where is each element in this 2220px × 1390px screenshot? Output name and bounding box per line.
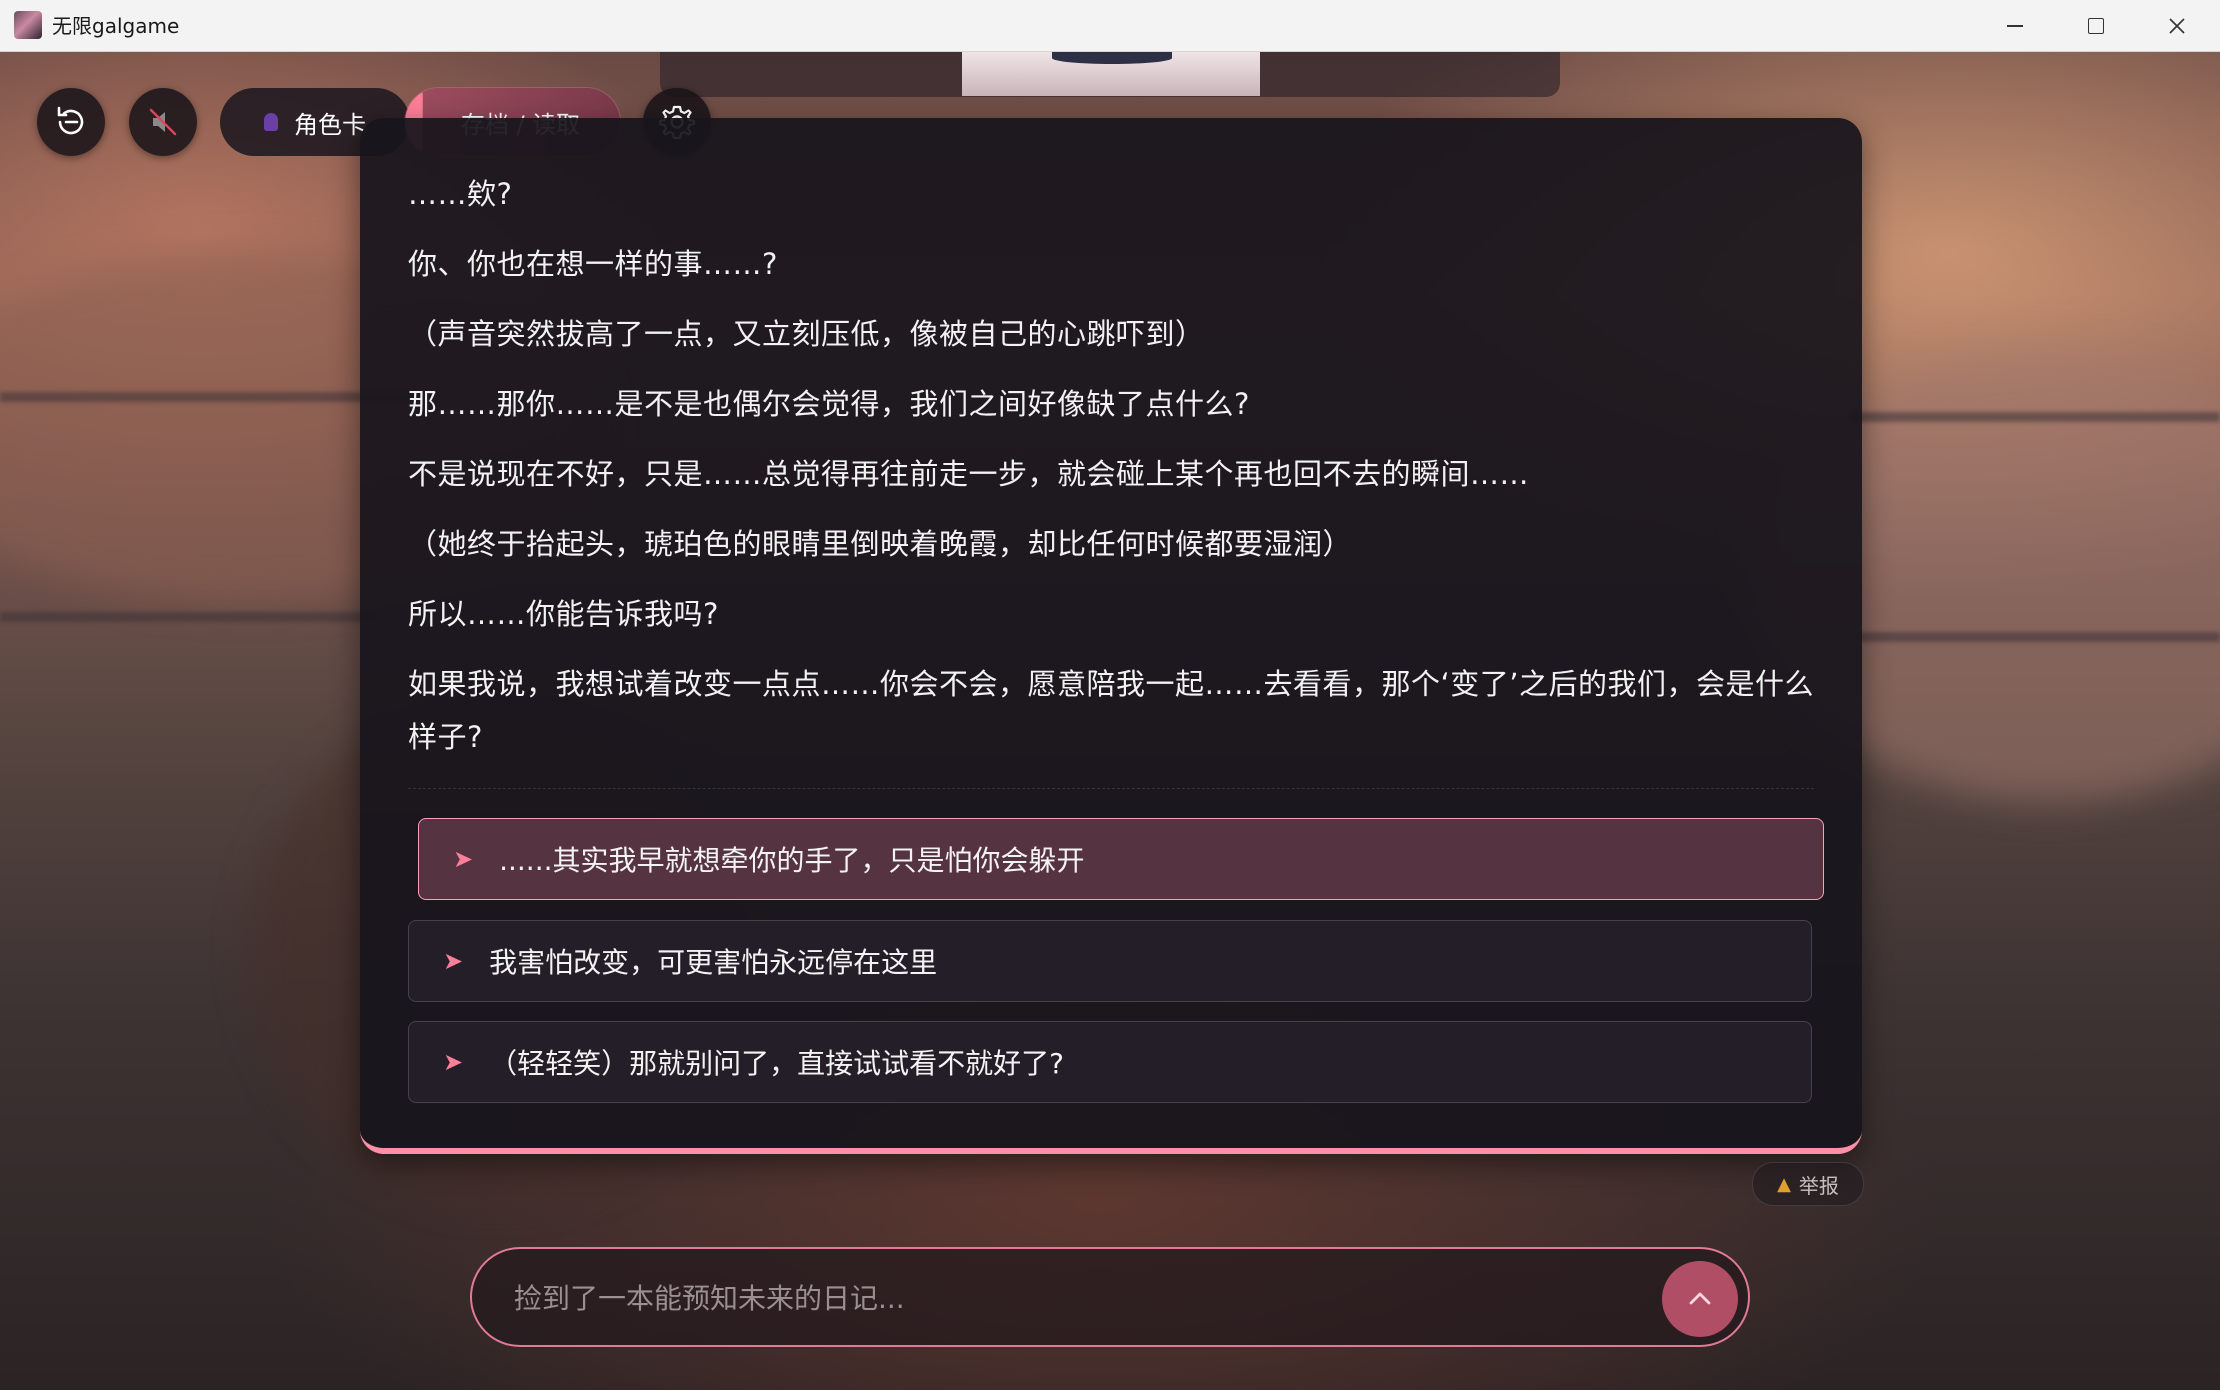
dialog-line: 不是说现在不好，只是……总觉得再往前走一步，就会碰上某个再也回不去的瞬间…… xyxy=(408,457,1530,491)
dialog-line: （声音突然拔高了一点，又立刻压低，像被自己的心跳吓到） xyxy=(408,317,1205,351)
railing xyxy=(0,392,420,402)
dialog-line: （她终于抬起头，琥珀色的眼睛里倒映着晚霞，却比任何时候都要湿润） xyxy=(408,527,1353,561)
dialog-divider xyxy=(408,788,1814,789)
restart-button[interactable] xyxy=(37,88,105,156)
dialog-line: 你、你也在想一样的事……? xyxy=(408,247,778,281)
choice-arrow-icon: ➤ xyxy=(443,947,464,975)
mute-button[interactable] xyxy=(129,88,197,156)
railing xyxy=(0,612,380,622)
minimize-button[interactable] xyxy=(1975,0,2055,52)
close-icon xyxy=(2169,18,2185,34)
dialog-panel: ……欸? 你、你也在想一样的事……? （声音突然拔高了一点，又立刻压低，像被自己… xyxy=(360,118,1862,1154)
dialog-line: 那……那你……是不是也偶尔会觉得，我们之间好像缺了点什么? xyxy=(408,387,1250,421)
chat-input[interactable] xyxy=(512,1249,1636,1347)
choice-label: 我害怕改变，可更害怕永远停在这里 xyxy=(489,946,938,979)
choice-label: ......其实我早就想牵你的手了，只是怕你会躲开 xyxy=(499,844,1085,877)
dialog-line: ……欸? xyxy=(408,177,513,211)
choice-option-3[interactable]: ➤ （轻轻笑）那就别问了，直接试试看不就好了? xyxy=(408,1021,1812,1103)
maximize-button[interactable] xyxy=(2056,0,2136,52)
choice-arrow-icon: ➤ xyxy=(443,1048,464,1076)
app-icon xyxy=(14,11,42,39)
dialog-lines: ……欸? 你、你也在想一样的事……? （声音突然拔高了一点，又立刻压低，像被自己… xyxy=(408,168,1828,782)
choice-arrow-icon: ➤ xyxy=(453,845,474,873)
choice-option-2[interactable]: ➤ 我害怕改变，可更害怕永远停在这里 xyxy=(408,920,1812,1002)
mute-icon xyxy=(149,108,177,136)
warning-icon: ▲ xyxy=(1777,1173,1791,1195)
restart-icon xyxy=(57,106,84,135)
send-button[interactable] xyxy=(1662,1261,1738,1337)
chat-input-bar xyxy=(470,1247,1750,1347)
choice-option-1[interactable]: ➤ ......其实我早就想牵你的手了，只是怕你会躲开 xyxy=(418,818,1824,900)
railing xyxy=(1860,632,2220,642)
railing xyxy=(1850,412,2220,422)
dialog-line: 所以……你能告诉我吗? xyxy=(408,597,719,631)
dialog-line: 如果我说，我想试着改变一点点……你会不会，愿意陪我一起……去看看，那个‘变了’之… xyxy=(408,667,1814,754)
character-card-label: 角色卡 xyxy=(294,110,366,139)
report-button[interactable]: ▲ 举报 xyxy=(1752,1162,1864,1206)
report-label: 举报 xyxy=(1798,1173,1839,1198)
character-portrait xyxy=(962,52,1260,96)
chevron-up-icon xyxy=(1689,1292,1711,1305)
character-icon xyxy=(264,113,278,131)
choice-label: （轻轻笑）那就别问了，直接试试看不就好了? xyxy=(489,1047,1064,1080)
window-titlebar: 无限galgame xyxy=(0,0,2220,52)
window-title: 无限galgame xyxy=(52,14,180,38)
close-button[interactable] xyxy=(2137,0,2217,52)
